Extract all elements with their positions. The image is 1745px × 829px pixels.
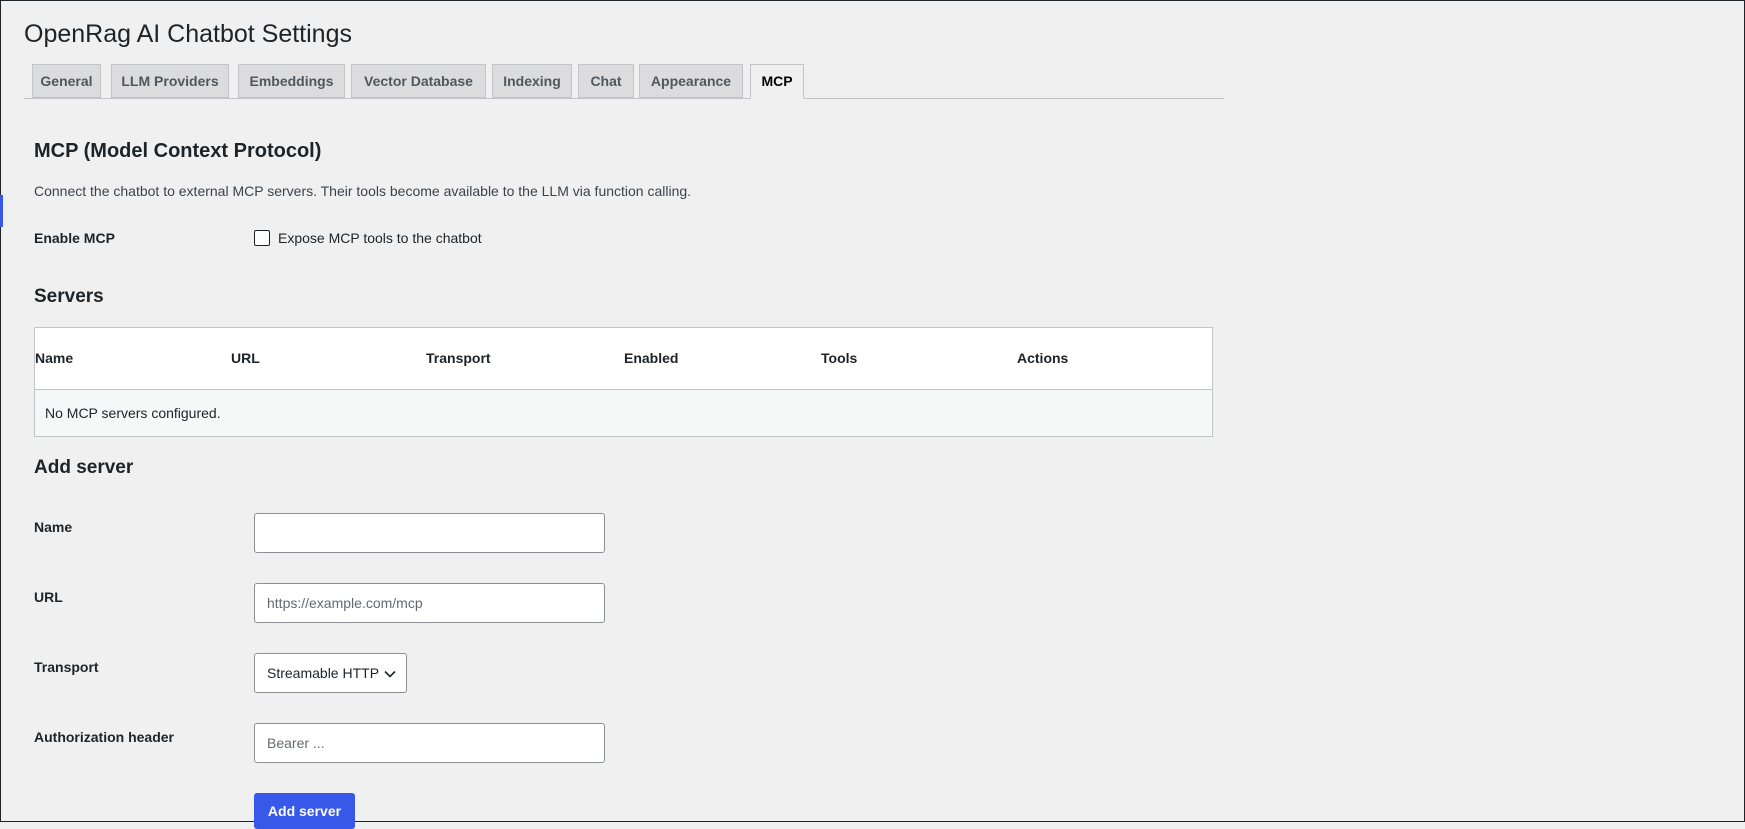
- column-header-tools: Tools: [821, 350, 858, 366]
- server-name-input[interactable]: [254, 513, 605, 553]
- add-server-button[interactable]: Add server: [254, 793, 355, 829]
- tab-embeddings[interactable]: Embeddings: [238, 64, 345, 98]
- tab-mcp[interactable]: MCP: [750, 64, 804, 99]
- tab-chat[interactable]: Chat: [578, 64, 634, 98]
- authorization-header-input[interactable]: [254, 723, 605, 763]
- servers-table: Name URL Transport Enabled Tools Actions…: [34, 327, 1213, 437]
- tab-llm-providers[interactable]: LLM Providers: [111, 64, 229, 98]
- url-label: URL: [34, 589, 63, 605]
- mcp-heading: MCP (Model Context Protocol): [34, 140, 322, 162]
- focus-indicator: [0, 195, 3, 227]
- column-header-url: URL: [231, 350, 260, 366]
- servers-heading: Servers: [34, 286, 104, 307]
- transport-select-value: Streamable HTTP: [267, 665, 380, 681]
- column-header-name: Name: [35, 350, 74, 366]
- tab-vector-database[interactable]: Vector Database: [351, 64, 486, 98]
- column-header-transport: Transport: [426, 350, 491, 366]
- add-server-heading: Add server: [34, 457, 134, 478]
- enable-mcp-checkbox-label[interactable]: Expose MCP tools to the chatbot: [278, 230, 482, 246]
- column-header-actions: Actions: [1017, 350, 1069, 366]
- settings-tabs: General LLM Providers Embeddings Vector …: [24, 64, 1224, 99]
- transport-label: Transport: [34, 659, 99, 675]
- tab-appearance[interactable]: Appearance: [639, 64, 743, 98]
- server-url-input[interactable]: [254, 583, 605, 623]
- enable-mcp-label: Enable MCP: [34, 230, 115, 246]
- name-label: Name: [34, 519, 73, 535]
- tab-indexing[interactable]: Indexing: [492, 64, 572, 98]
- authorization-header-label: Authorization header: [34, 729, 175, 745]
- enable-mcp-checkbox[interactable]: [254, 230, 270, 246]
- page-title: OpenRag AI Chatbot Settings: [24, 20, 352, 48]
- column-header-enabled: Enabled: [624, 350, 679, 366]
- transport-select[interactable]: Streamable HTTP: [254, 653, 407, 693]
- chevron-down-icon: [384, 670, 396, 678]
- empty-state-text: No MCP servers configured.: [45, 405, 221, 421]
- mcp-description: Connect the chatbot to external MCP serv…: [34, 183, 692, 199]
- tab-general[interactable]: General: [32, 64, 101, 98]
- servers-table-header: Name URL Transport Enabled Tools Actions: [35, 328, 1212, 390]
- table-row-empty: No MCP servers configured.: [35, 390, 1212, 436]
